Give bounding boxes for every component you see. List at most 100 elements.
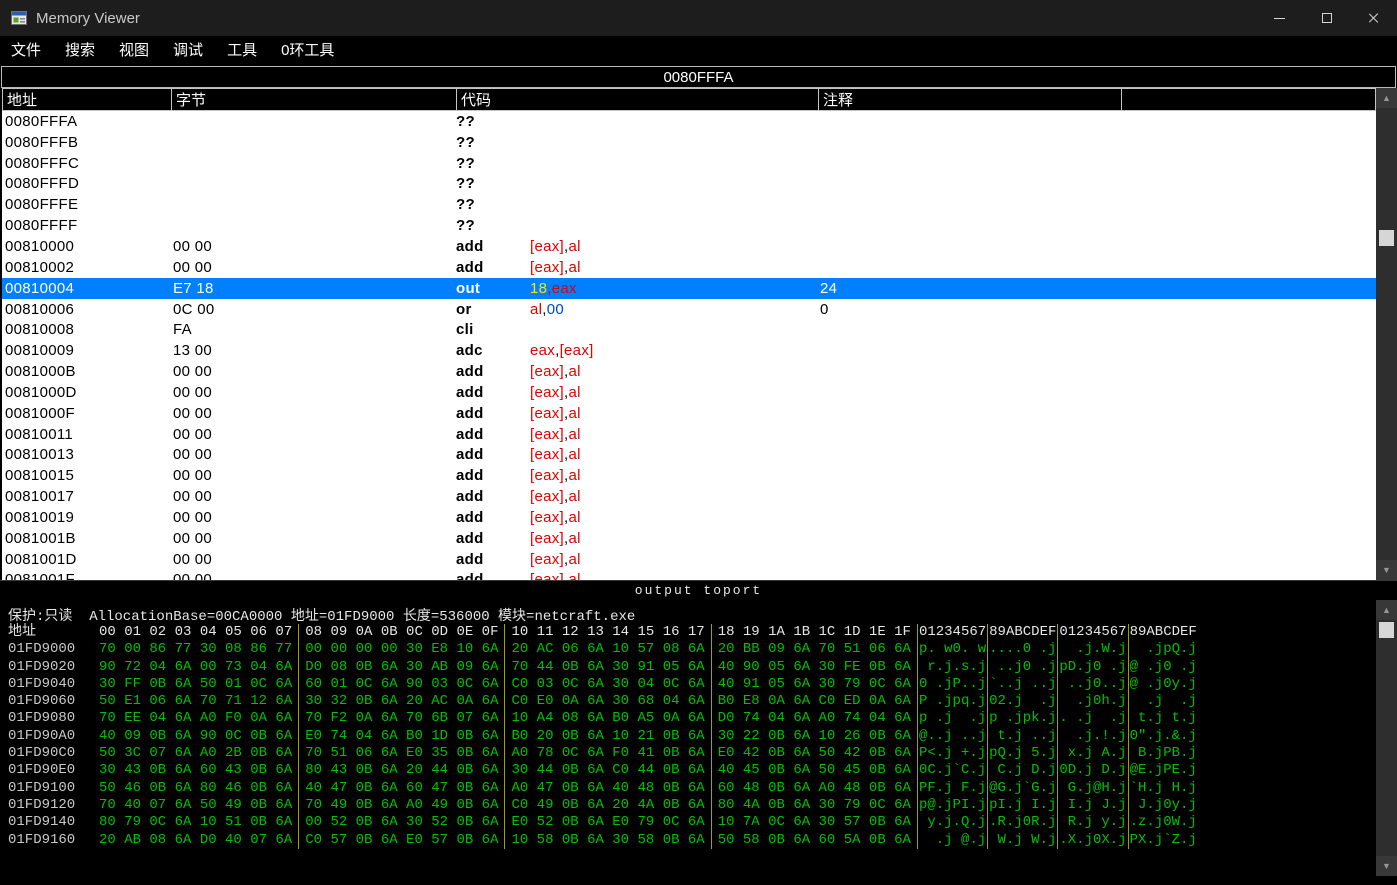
row-address: 00810015 xyxy=(2,467,171,484)
hex-row[interactable]: 01FD912070 40 07 6A 50 49 0B 6A70 49 0B … xyxy=(8,797,1376,814)
hex-ascii-group: pQ.j 5.j xyxy=(988,745,1058,762)
hex-row[interactable]: 01FD906050 E1 06 6A 70 71 12 6A30 32 0B … xyxy=(8,693,1376,710)
title-bar[interactable]: Memory Viewer xyxy=(0,0,1397,36)
row-code: add[eax],al xyxy=(456,551,818,568)
hex-row[interactable]: 01FD910050 46 0B 6A 80 46 0B 6A40 47 0B … xyxy=(8,780,1376,797)
disasm-row[interactable]: 0081001900 00add[eax],al xyxy=(2,507,1376,528)
scroll-up-arrow[interactable]: ▲ xyxy=(1376,88,1397,108)
row-mnemonic: add xyxy=(456,509,530,526)
disasm-row[interactable]: 0080FFFE?? xyxy=(2,194,1376,215)
disasm-row[interactable]: 0080FFFB?? xyxy=(2,132,1376,153)
hex-ascii-group: .R.j0R.j xyxy=(988,814,1058,831)
disasm-scrollbar[interactable]: ▲ ▼ xyxy=(1376,88,1397,580)
row-address: 0080FFFE xyxy=(2,196,171,213)
hex-scrollbar[interactable]: ▲ ▼ xyxy=(1376,600,1397,876)
close-button[interactable] xyxy=(1350,0,1397,36)
row-mnemonic: or xyxy=(456,301,530,318)
hex-ascii-group: J.j0y.j xyxy=(1129,797,1198,814)
hex-body[interactable]: 01FD900070 00 86 77 30 08 86 7700 00 00 … xyxy=(8,641,1376,849)
disasm-row[interactable]: 008100060C 00oral,000 xyxy=(2,299,1376,320)
scroll-thumb[interactable] xyxy=(1379,622,1394,638)
disasm-row-selected[interactable]: 00810004E7 18out18,eax24 xyxy=(2,278,1376,299)
disasm-row[interactable]: 0081001B00 00add[eax],al xyxy=(2,528,1376,549)
hex-ascii-group: P .jpq.j xyxy=(918,693,988,710)
scroll-up-arrow[interactable]: ▲ xyxy=(1376,600,1397,620)
column-header-1[interactable]: 字节 xyxy=(172,89,457,110)
hex-row-address: 01FD9140 xyxy=(8,814,93,831)
column-header-3[interactable]: 注释 xyxy=(819,89,1122,110)
row-code: add[eax],al xyxy=(456,488,818,505)
hex-ascii-group: 0".j.&.j xyxy=(1129,728,1198,745)
hex-row[interactable]: 01FD90E030 43 0B 6A 60 43 0B 6A80 43 0B … xyxy=(8,762,1376,779)
menu-item-1[interactable]: 搜索 xyxy=(56,39,104,60)
hex-row[interactable]: 01FD916020 AB 08 6A D0 40 07 6AC0 57 0B … xyxy=(8,832,1376,849)
hex-row[interactable]: 01FD908070 EE 04 6A A0 F0 0A 6A70 F2 0A … xyxy=(8,710,1376,727)
scroll-track[interactable] xyxy=(1376,620,1397,856)
row-code: ?? xyxy=(456,175,818,192)
disasm-row[interactable]: 0080FFFC?? xyxy=(2,153,1376,174)
hex-byte-group: 20 AB 08 6A D0 40 07 6A xyxy=(93,832,299,849)
row-comment: 0 xyxy=(818,301,1376,318)
column-header-4[interactable] xyxy=(1122,89,1375,110)
scroll-thumb[interactable] xyxy=(1379,230,1394,246)
disasm-row[interactable]: 0081001100 00add[eax],al xyxy=(2,424,1376,445)
menu-item-0[interactable]: 文件 xyxy=(2,39,50,60)
menu-item-2[interactable]: 视图 xyxy=(110,39,158,60)
row-operands: 18,eax xyxy=(530,280,577,297)
disasm-row[interactable]: 0081000913 00adceax,[eax] xyxy=(2,340,1376,361)
disasm-row[interactable]: 0081001500 00add[eax],al xyxy=(2,465,1376,486)
column-header-2[interactable]: 代码 xyxy=(457,89,819,110)
menu-item-4[interactable]: 工具 xyxy=(218,39,266,60)
hex-ascii-group: y.j.Q.j xyxy=(918,814,988,831)
minimize-button[interactable] xyxy=(1256,0,1303,36)
disasm-row[interactable]: 0081001300 00add[eax],al xyxy=(2,445,1376,466)
row-mnemonic: add xyxy=(456,571,530,580)
hex-row[interactable]: 01FD90A040 09 0B 6A 90 0C 0B 6AE0 74 04 … xyxy=(8,728,1376,745)
hex-ascii-group: PF.j F.j xyxy=(918,780,988,797)
hex-byte-group: 40 90 05 6A 30 FE 0B 6A xyxy=(712,659,918,676)
hex-row-address: 01FD9120 xyxy=(8,797,93,814)
disasm-row[interactable]: 00810008FAcli xyxy=(2,319,1376,340)
disasm-row[interactable]: 0080FFFA?? xyxy=(2,111,1376,132)
disasm-row[interactable]: 0081000200 00add[eax],al xyxy=(2,257,1376,278)
disasm-row[interactable]: 0081000000 00add[eax],al xyxy=(2,236,1376,257)
disasm-row[interactable]: 0081000D00 00add[eax],al xyxy=(2,382,1376,403)
hex-row[interactable]: 01FD914080 79 0C 6A 10 51 0B 6A00 52 0B … xyxy=(8,814,1376,831)
row-address: 0081000B xyxy=(2,363,171,380)
menu-item-3[interactable]: 调试 xyxy=(164,39,212,60)
row-operands: [eax],al xyxy=(530,571,581,580)
disasm-body[interactable]: 0080FFFA??0080FFFB??0080FFFC??0080FFFD??… xyxy=(2,111,1376,580)
disasm-row[interactable]: 0080FFFD?? xyxy=(2,174,1376,195)
disasm-row[interactable]: 0080FFFF?? xyxy=(2,215,1376,236)
hex-row[interactable]: 01FD904030 FF 0B 6A 50 01 0C 6A60 01 0C … xyxy=(8,676,1376,693)
hex-byte-group: 80 43 0B 6A 20 44 0B 6A xyxy=(299,762,505,779)
hex-byte-group: 50 3C 07 6A A0 2B 0B 6A xyxy=(93,745,299,762)
hex-byte-group: 30 22 0B 6A 10 26 0B 6A xyxy=(712,728,918,745)
maximize-button[interactable] xyxy=(1303,0,1350,36)
hex-row[interactable]: 01FD902090 72 04 6A 00 73 04 6AD0 08 0B … xyxy=(8,659,1376,676)
row-mnemonic: ?? xyxy=(456,196,530,213)
scroll-track[interactable] xyxy=(1376,108,1397,560)
hex-row[interactable]: 01FD90C050 3C 07 6A A0 2B 0B 6A70 51 06 … xyxy=(8,745,1376,762)
disasm-row[interactable]: 0081001700 00add[eax],al xyxy=(2,486,1376,507)
disasm-row[interactable]: 0081000B00 00add[eax],al xyxy=(2,361,1376,382)
hex-ascii-group: .j .j xyxy=(1129,693,1198,710)
hex-byte-group: 10 A4 08 6A B0 A5 0A 6A xyxy=(505,710,711,727)
hex-dump-main: 保护:只读 AllocationBase=00CA0000 地址=01FD900… xyxy=(0,600,1376,876)
menu-item-5[interactable]: 0环工具 xyxy=(272,39,343,60)
disasm-row[interactable]: 0081000F00 00add[eax],al xyxy=(2,403,1376,424)
scroll-down-arrow[interactable]: ▼ xyxy=(1376,856,1397,876)
hex-ascii-group: R.j y.j xyxy=(1058,814,1128,831)
scroll-down-arrow[interactable]: ▼ xyxy=(1376,560,1397,580)
hex-byte-group: 40 09 0B 6A 90 0C 0B 6A xyxy=(93,728,299,745)
row-address: 00810011 xyxy=(2,426,171,443)
disasm-row[interactable]: 0081001F00 00add[eax],al xyxy=(2,570,1376,580)
bottom-strip xyxy=(0,876,1397,885)
address-header-bar: 0080FFFA xyxy=(1,66,1396,88)
output-separator-bar[interactable]: output toport xyxy=(0,580,1397,600)
hex-ascii-group: `H.j H.j xyxy=(1129,780,1198,797)
hex-row[interactable]: 01FD900070 00 86 77 30 08 86 7700 00 00 … xyxy=(8,641,1376,658)
column-header-0[interactable]: 地址 xyxy=(3,89,172,110)
disasm-row[interactable]: 0081001D00 00add[eax],al xyxy=(2,549,1376,570)
row-code: add[eax],al xyxy=(456,384,818,401)
